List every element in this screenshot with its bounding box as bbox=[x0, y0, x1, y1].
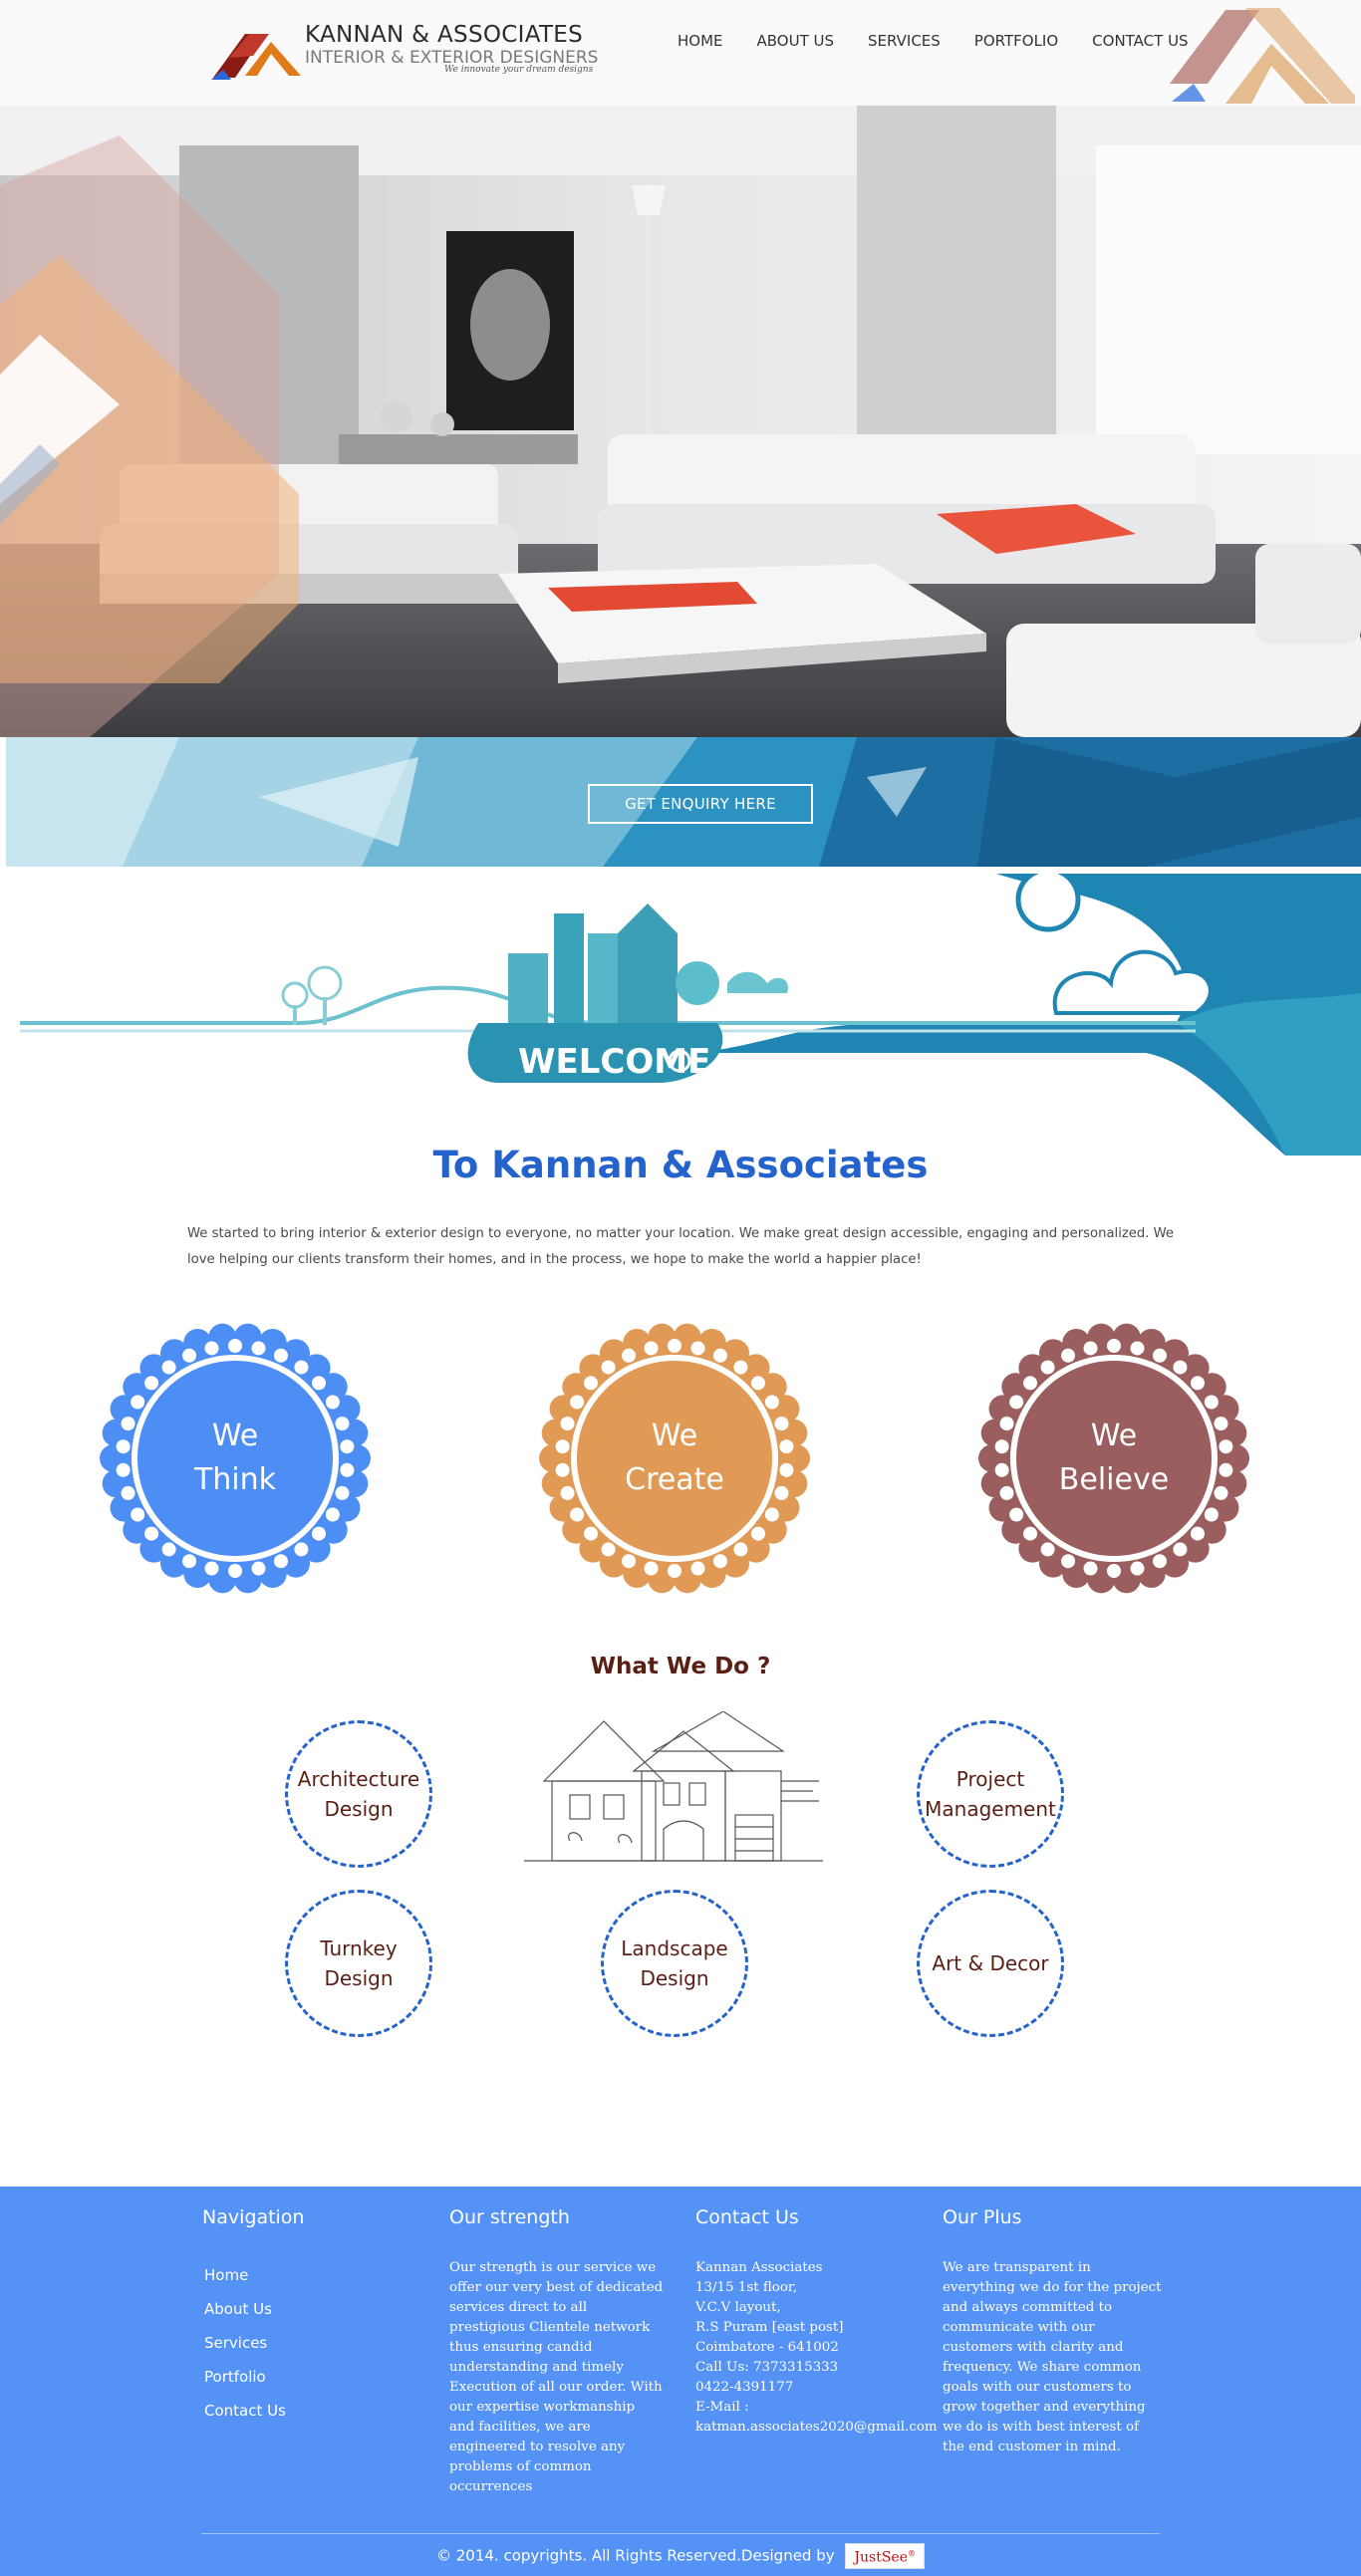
designer-name: JustSee bbox=[854, 2549, 909, 2566]
intro-text: We started to bring interior & exterior … bbox=[187, 1226, 1175, 1267]
nav-services[interactable]: SERVICES bbox=[868, 32, 941, 50]
hero-interior-image bbox=[0, 106, 1361, 737]
footer-strength: Our strength Our strength is our service… bbox=[449, 2206, 664, 2497]
services-title: What We Do ? bbox=[590, 1654, 771, 1679]
value-believe: We Believe bbox=[978, 1323, 1249, 1594]
value-believe-line1: We bbox=[1090, 1418, 1138, 1453]
footer-plus: Our Plus We are transparent in everythin… bbox=[943, 2206, 1164, 2457]
value-create-line1: We bbox=[651, 1418, 698, 1453]
brand-tagline: We innovate your dream designs bbox=[444, 65, 594, 75]
value-create: We Create bbox=[539, 1323, 810, 1594]
house-sketch-illustration bbox=[524, 1711, 823, 1862]
footer-contact-details: Kannan Associates 13/15 1st floor, V.C.V… bbox=[695, 2260, 938, 2435]
value-believe-label: We Believe bbox=[978, 1323, 1249, 1594]
value-believe-line2: Believe bbox=[1058, 1462, 1170, 1497]
footer-navigation-heading: Navigation bbox=[202, 2206, 305, 2228]
footer-link-services[interactable]: Services bbox=[204, 2334, 421, 2352]
welcome-banner: WELCOME bbox=[0, 874, 1361, 1156]
footer-contact: Contact Us Kannan Associates 13/15 1st f… bbox=[695, 2206, 945, 2438]
footer-divider bbox=[201, 2533, 1160, 2534]
footer-copyright: © 2014. copyrights. All Rights Reserved.… bbox=[0, 2543, 1361, 2569]
footer-nav-list: Home About Us Services Portfolio Contact… bbox=[202, 2266, 421, 2420]
welcome-word: WELCOME bbox=[518, 1042, 710, 1082]
enquiry-band: GET ENQUIRY HERE bbox=[0, 737, 1361, 874]
hero-banner bbox=[0, 106, 1361, 737]
get-enquiry-button[interactable]: GET ENQUIRY HERE bbox=[588, 784, 813, 824]
intro-title: To Kannan & Associates bbox=[432, 1144, 929, 1186]
service-landscape-design[interactable]: Landscape Design bbox=[601, 1890, 748, 2037]
footer-contact-heading: Contact Us bbox=[695, 2206, 799, 2228]
corner-logo-mark-icon bbox=[1170, 8, 1355, 104]
nav-about-us[interactable]: ABOUT US bbox=[757, 32, 835, 50]
footer-navigation: Navigation Home About Us Services Portfo… bbox=[202, 2206, 421, 2436]
footer-plus-heading: Our Plus bbox=[943, 2206, 1022, 2228]
footer-link-portfolio[interactable]: Portfolio bbox=[204, 2368, 421, 2386]
site-footer: Navigation Home About Us Services Portfo… bbox=[0, 2187, 1361, 2576]
value-create-label: We Create bbox=[539, 1323, 810, 1594]
value-think-label: We Think bbox=[100, 1323, 371, 1594]
footer-strength-text: Our strength is our service we offer our… bbox=[449, 2260, 664, 2494]
brand-logo[interactable]: KANNAN & ASSOCIATES INTERIOR & EXTERIOR … bbox=[209, 22, 598, 82]
service-turnkey-design[interactable]: Turnkey Design bbox=[285, 1890, 432, 2037]
footer-link-about-us[interactable]: About Us bbox=[204, 2300, 421, 2318]
copyright-text: © 2014. copyrights. All Rights Reserved.… bbox=[435, 2546, 835, 2565]
logo-mark-icon bbox=[211, 34, 301, 80]
nav-portfolio[interactable]: PORTFOLIO bbox=[974, 32, 1058, 50]
value-think-line2: Think bbox=[193, 1462, 277, 1497]
welcome-cityscape-illustration: WELCOME bbox=[20, 874, 1361, 1156]
footer-link-home[interactable]: Home bbox=[204, 2266, 421, 2284]
designer-badge[interactable]: JustSee® bbox=[845, 2543, 926, 2569]
value-think-line1: We bbox=[211, 1418, 259, 1453]
footer-plus-text: We are transparent in everything we do f… bbox=[943, 2260, 1162, 2454]
footer-strength-heading: Our strength bbox=[449, 2206, 570, 2228]
brand-name: KANNAN & ASSOCIATES bbox=[305, 22, 584, 48]
designer-mark: ® bbox=[908, 2549, 917, 2558]
main-nav: HOME ABOUT US SERVICES PORTFOLIO CONTACT… bbox=[678, 32, 1223, 50]
service-project-management[interactable]: Project Management bbox=[917, 1720, 1064, 1868]
service-art-decor[interactable]: Art & Decor bbox=[917, 1890, 1064, 2037]
footer-link-contact-us[interactable]: Contact Us bbox=[204, 2402, 421, 2420]
service-architecture-design[interactable]: Architecture Design bbox=[285, 1720, 432, 1868]
value-think: We Think bbox=[100, 1323, 371, 1594]
value-create-line2: Create bbox=[625, 1462, 724, 1497]
nav-home[interactable]: HOME bbox=[678, 32, 723, 50]
